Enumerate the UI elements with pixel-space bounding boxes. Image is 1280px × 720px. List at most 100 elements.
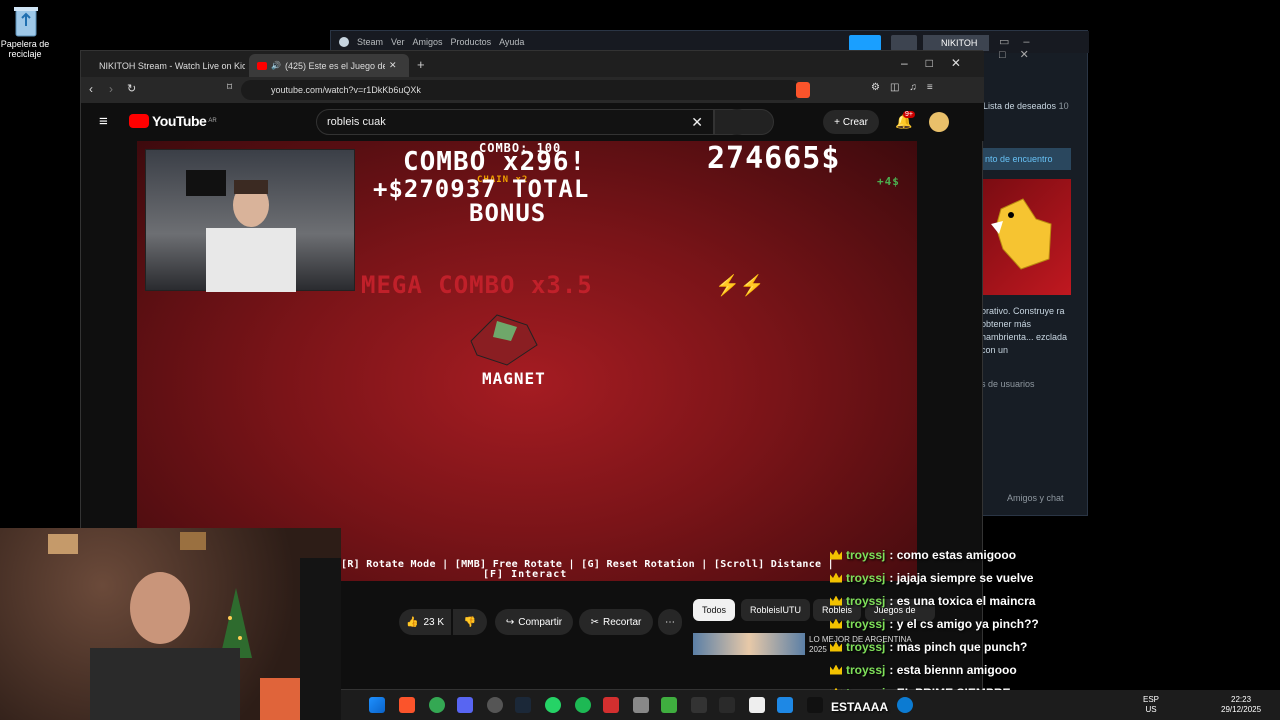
forward-icon[interactable]: › <box>109 82 113 96</box>
tab-youtube-label: (425) Este es el Juego del Año <box>284 60 385 71</box>
youtube-region: AR <box>208 118 217 124</box>
steam-menu-steam[interactable]: Steam <box>357 37 383 47</box>
wishlist-count: 10 <box>1058 101 1069 111</box>
tiktok-icon[interactable] <box>807 697 823 713</box>
youtube-logo[interactable]: YouTube AR <box>129 113 217 129</box>
chat-username: troyssj <box>846 662 886 677</box>
tab-close-icon[interactable]: ✕ <box>389 60 397 71</box>
edge-icon[interactable] <box>897 697 913 713</box>
spotify-icon[interactable] <box>575 697 591 713</box>
score: 274665$ <box>707 141 841 176</box>
mic-icon[interactable] <box>724 109 750 135</box>
tray-region: US <box>1145 705 1157 714</box>
app-icon[interactable] <box>691 697 707 713</box>
steam-announce-button[interactable] <box>849 35 881 51</box>
brave-shield-icon[interactable] <box>796 82 810 98</box>
steam-friends-chat[interactable]: Amigos y chat <box>1007 493 1064 503</box>
app-icon[interactable] <box>633 697 649 713</box>
obs-icon[interactable] <box>487 697 503 713</box>
chip-robleisiutu[interactable]: RobleisIUTU <box>741 599 811 621</box>
crown-icon <box>830 618 842 629</box>
dislike-button[interactable]: 👎 <box>453 609 487 635</box>
steam-banner-button[interactable]: nto de encuentro <box>979 148 1071 170</box>
window-controls[interactable]: –□✕ <box>901 56 979 70</box>
recycle-bin-label: Papelera de reciclaje <box>0 39 50 59</box>
youtube-favicon-icon <box>257 61 267 70</box>
clip-button[interactable]: ✂ Recortar <box>579 609 653 635</box>
more-button[interactable]: ⋯ <box>658 609 682 635</box>
steam-users-label: s de usuarios <box>981 379 1035 389</box>
chat-text: : esta biennn amigooo <box>889 662 1017 677</box>
app-icon[interactable] <box>777 697 793 713</box>
menu-icon[interactable]: ≡ <box>99 113 108 130</box>
bookmark-icon[interactable]: ⌑ <box>227 82 232 93</box>
steam-bell-icon[interactable] <box>891 35 917 51</box>
chat-message: troyssj: jajaja siempre se vuelve <box>830 566 1130 589</box>
app-icon[interactable] <box>603 697 619 713</box>
plus-icon: + <box>834 116 840 128</box>
bonus-label: BONUS <box>469 199 547 227</box>
avatar[interactable] <box>929 112 949 132</box>
chat-text: : mas pinch que punch? <box>889 639 1028 654</box>
steam-logo-icon[interactable] <box>339 37 349 47</box>
create-label: Crear <box>842 116 868 128</box>
thumb-down-icon: 👎 <box>463 616 477 628</box>
tab-youtube[interactable]: 🔊 (425) Este es el Juego del Año ✕ <box>249 54 409 77</box>
steam-username: NIKITOH <box>941 38 978 48</box>
tab-kick-label: NIKITOH Stream - Watch Live on Kick <box>99 60 245 71</box>
discord-icon[interactable] <box>457 697 473 713</box>
video-player[interactable]: COMBO: 100 COMBO x296! CHAIN x2 274665$ … <box>137 141 917 581</box>
steam-wishlist[interactable]: Lista de deseados 10 <box>983 101 1069 111</box>
steam-menu-productos[interactable]: Productos <box>451 37 492 47</box>
magnet-label: MAGNET <box>482 369 546 388</box>
steam-menu-ver[interactable]: Ver <box>391 37 405 47</box>
steam-taskbar-icon[interactable] <box>515 697 531 713</box>
tray-time: 22:23 <box>1231 695 1252 704</box>
whatsapp-icon[interactable] <box>545 697 561 713</box>
notif-badge: 9+ <box>903 111 915 118</box>
like-button[interactable]: 👍 23 K <box>399 609 451 635</box>
youtube-logo-text: YouTube <box>152 113 207 129</box>
steam-menu-ayuda[interactable]: Ayuda <box>499 37 524 47</box>
youtube-play-icon <box>129 114 149 128</box>
extensions-icons[interactable]: ⚙◫♫≡ <box>871 82 943 93</box>
crown-icon <box>830 595 842 606</box>
steam-banner-label: nto de encuentro <box>985 154 1053 164</box>
steam-menu-amigos[interactable]: Amigos <box>413 37 443 47</box>
new-tab-button[interactable]: + <box>417 57 425 72</box>
back-icon[interactable]: ‹ <box>89 82 93 96</box>
tray-clock[interactable]: 22:23 29/12/2025 <box>1221 695 1261 715</box>
epic-icon[interactable] <box>719 697 735 713</box>
url-field[interactable]: youtube.com/watch?v=r1DkKb6uQXk <box>241 80 801 100</box>
search-clear-icon[interactable]: ✕ <box>691 114 703 131</box>
chat-message: troyssj: y el cs amigo ya pinch?? <box>830 612 1130 635</box>
youtube-header: ≡ YouTube AR robleis cuak ✕ ⌕ + Crear 🔔 … <box>81 103 984 141</box>
search-input[interactable]: robleis cuak ✕ <box>316 109 714 135</box>
minecraft-icon[interactable] <box>661 697 677 713</box>
chat-username: troyssj <box>846 570 886 585</box>
notion-icon[interactable] <box>749 697 765 713</box>
score-gain: +4$ <box>877 175 900 188</box>
magnet-item-icon <box>467 311 539 367</box>
lightning-icon: ⚡⚡ <box>715 275 765 297</box>
recycle-bin-icon[interactable] <box>8 4 44 38</box>
reload-icon[interactable]: ↻ <box>127 82 136 95</box>
chat-username: troyssj <box>846 616 886 631</box>
create-button[interactable]: + Crear <box>823 110 879 134</box>
steam-user-menu[interactable]: NIKITOH <box>923 35 989 51</box>
brave-icon[interactable] <box>399 697 415 713</box>
chat-message: troyssj: es una toxica el maincra <box>830 589 1130 612</box>
start-icon[interactable] <box>369 697 385 713</box>
chrome-icon[interactable] <box>429 697 445 713</box>
tab-kick[interactable]: NIKITOH Stream - Watch Live on Kick <box>85 54 245 77</box>
recommended-thumbnail[interactable] <box>693 633 805 655</box>
tray-language[interactable]: ESP US <box>1143 695 1159 715</box>
chip-todos[interactable]: Todos <box>693 599 736 621</box>
share-button[interactable]: ↪ Compartir <box>495 609 573 635</box>
controls-hint: [R] Rotate Mode | [MMB] Free Rotate | [G… <box>341 559 834 570</box>
scissors-icon: ✂ <box>590 616 600 628</box>
combo-big: COMBO x296! <box>403 147 587 177</box>
crown-icon <box>830 641 842 652</box>
tray-date: 29/12/2025 <box>1221 705 1262 714</box>
steam-window-controls[interactable]: ▭–□✕ <box>999 35 1079 61</box>
